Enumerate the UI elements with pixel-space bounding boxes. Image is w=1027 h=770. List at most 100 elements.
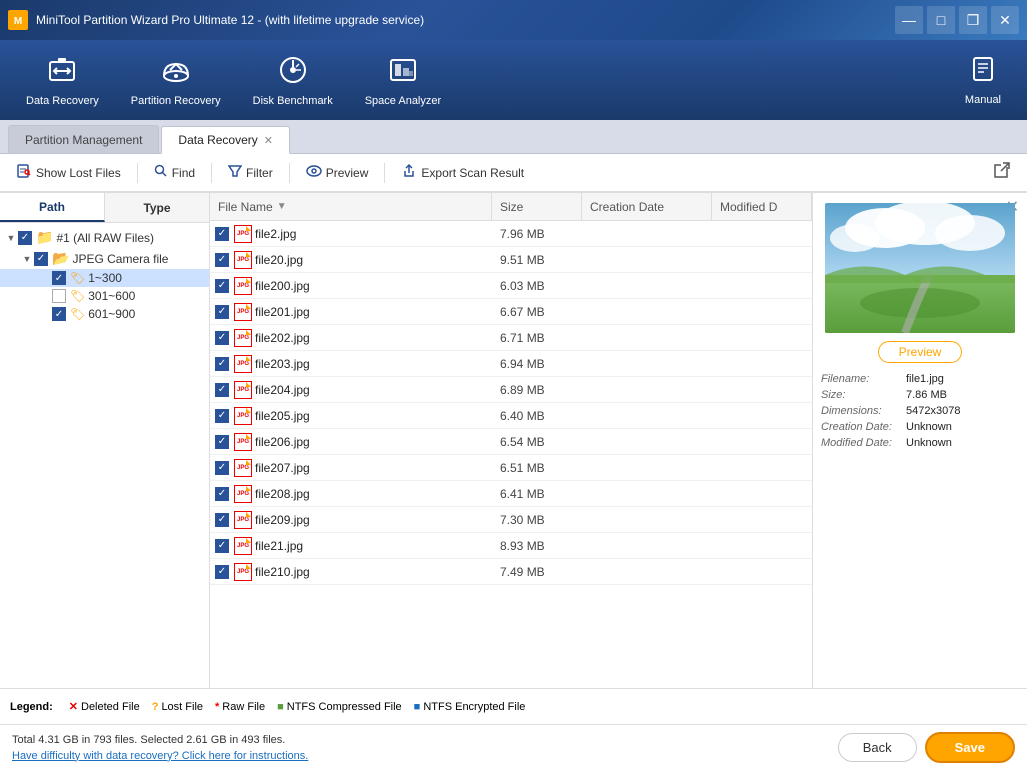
col-creation-label: Creation Date	[590, 200, 664, 214]
tree-item-all-raw[interactable]: ▼ ✓ 📁 #1 (All RAW Files)	[0, 227, 209, 248]
deleted-label: Deleted File	[81, 701, 140, 713]
window-controls[interactable]: — □ ❒ ✕	[895, 6, 1019, 34]
file-size-2: 6.03 MB	[492, 279, 582, 293]
file-name-12: file21.jpg	[255, 539, 492, 553]
table-row[interactable]: ✓ JPG file202.jpg 6.71 MB	[210, 325, 812, 351]
minimize-button[interactable]: —	[895, 6, 923, 34]
tree-checkbox-1-300[interactable]: ✓	[52, 271, 66, 285]
close-button[interactable]: ✕	[991, 6, 1019, 34]
tree-toggle-jpeg[interactable]: ▼	[20, 252, 34, 266]
sort-arrow-icon: ▼	[277, 201, 287, 212]
table-row[interactable]: ✓ JPG file208.jpg 6.41 MB	[210, 481, 812, 507]
file-checkbox-0[interactable]: ✓	[210, 227, 234, 241]
tab-close-icon[interactable]: ✕	[264, 134, 273, 147]
file-list-body[interactable]: ✓ JPG file2.jpg 7.96 MB ✓ JPG file20.jpg…	[210, 221, 812, 688]
col-header-modified[interactable]: Modified D	[712, 193, 812, 220]
maximize-button[interactable]: □	[927, 6, 955, 34]
disk-benchmark-icon	[277, 54, 309, 91]
table-row[interactable]: ✓ JPG file200.jpg 6.03 MB	[210, 273, 812, 299]
filter-label: Filter	[246, 166, 273, 180]
size-label: Size:	[821, 389, 906, 401]
restore-button[interactable]: ❒	[959, 6, 987, 34]
show-lost-files-button[interactable]: Show Lost Files	[8, 159, 129, 186]
col-size-label: Size	[500, 200, 523, 214]
filter-button[interactable]: Filter	[220, 160, 281, 185]
back-button[interactable]: Back	[838, 733, 917, 762]
table-row[interactable]: ✓ JPG file203.jpg 6.94 MB	[210, 351, 812, 377]
file-checkbox-6[interactable]: ✓	[210, 383, 234, 397]
table-row[interactable]: ✓ JPG file207.jpg 6.51 MB	[210, 455, 812, 481]
filename-row: Filename: file1.jpg	[821, 371, 1019, 387]
file-checkbox-11[interactable]: ✓	[210, 513, 234, 527]
range-icon-601-900: 🏷	[70, 307, 85, 321]
preview-icon	[306, 165, 322, 180]
file-type-icon-2: JPG	[234, 277, 252, 295]
tree-item-601-900[interactable]: ▶ ✓ 🏷 601~900	[0, 305, 209, 323]
table-row[interactable]: ✓ JPG file2.jpg 7.96 MB	[210, 221, 812, 247]
manual-icon	[969, 55, 997, 90]
file-checkbox-12[interactable]: ✓	[210, 539, 234, 553]
toolbar-data-recovery[interactable]: Data Recovery	[10, 46, 115, 115]
show-lost-files-icon	[16, 163, 32, 182]
find-label: Find	[172, 166, 195, 180]
col-header-size[interactable]: Size	[492, 193, 582, 220]
col-header-name[interactable]: File Name ▼	[210, 193, 492, 220]
file-checkbox-2[interactable]: ✓	[210, 279, 234, 293]
dimensions-label: Dimensions:	[821, 405, 906, 417]
table-row[interactable]: ✓ JPG file205.jpg 6.40 MB	[210, 403, 812, 429]
dimensions-row: Dimensions: 5472x3078	[821, 403, 1019, 419]
preview-button[interactable]: Preview	[298, 161, 377, 184]
table-row[interactable]: ✓ JPG file209.jpg 7.30 MB	[210, 507, 812, 533]
file-checkbox-7[interactable]: ✓	[210, 409, 234, 423]
tree-checkbox-301-600[interactable]	[52, 289, 66, 303]
app-icon: M	[8, 10, 28, 30]
file-type-icon-13: JPG	[234, 563, 252, 581]
share-button[interactable]	[985, 157, 1019, 188]
table-row[interactable]: ✓ JPG file201.jpg 6.67 MB	[210, 299, 812, 325]
data-recovery-icon	[46, 54, 78, 91]
file-checkbox-13[interactable]: ✓	[210, 565, 234, 579]
tree-item-jpeg[interactable]: ▼ ✓ 📂 JPEG Camera file	[0, 248, 209, 269]
file-checkbox-10[interactable]: ✓	[210, 487, 234, 501]
preview-detail-button[interactable]: Preview	[878, 341, 963, 363]
toolbar-disk-benchmark[interactable]: Disk Benchmark	[237, 46, 349, 115]
table-row[interactable]: ✓ JPG file20.jpg 9.51 MB	[210, 247, 812, 273]
data-recovery-label: Data Recovery	[26, 95, 99, 107]
file-checkbox-3[interactable]: ✓	[210, 305, 234, 319]
manual-label: Manual	[965, 94, 1001, 106]
tree-checkbox-601-900[interactable]: ✓	[52, 307, 66, 321]
save-button[interactable]: Save	[925, 732, 1015, 763]
tree-checkbox-jpeg[interactable]: ✓	[34, 252, 48, 266]
tree-toggle-all-raw[interactable]: ▼	[4, 231, 18, 245]
toolbar-space-analyzer[interactable]: Space Analyzer	[349, 46, 457, 115]
modified-date-value: Unknown	[906, 437, 952, 449]
tree-view: ▼ ✓ 📁 #1 (All RAW Files) ▼ ✓ 📂 JPEG Came…	[0, 223, 209, 688]
table-row[interactable]: ✓ JPG file210.jpg 7.49 MB	[210, 559, 812, 585]
help-link[interactable]: Have difficulty with data recovery? Clic…	[12, 750, 308, 762]
size-value: 7.86 MB	[906, 389, 947, 401]
tree-item-1-300[interactable]: ▶ ✓ 🏷 1~300	[0, 269, 209, 287]
left-tab-path[interactable]: Path	[0, 193, 105, 222]
show-lost-files-label: Show Lost Files	[36, 166, 121, 180]
tree-checkbox-all-raw[interactable]: ✓	[18, 231, 32, 245]
toolbar-partition-recovery[interactable]: Partition Recovery	[115, 46, 237, 115]
col-header-creation[interactable]: Creation Date	[582, 193, 712, 220]
action-toolbar: Show Lost Files Find Filter Preview	[0, 154, 1027, 192]
svg-text:M: M	[14, 16, 22, 27]
file-checkbox-1[interactable]: ✓	[210, 253, 234, 267]
left-panel: Path Type ▼ ✓ 📁 #1 (All RAW Files) ▼ ✓ 📂…	[0, 193, 210, 688]
tab-partition-management[interactable]: Partition Management	[8, 125, 159, 153]
find-button[interactable]: Find	[146, 160, 203, 185]
file-checkbox-8[interactable]: ✓	[210, 435, 234, 449]
file-checkbox-5[interactable]: ✓	[210, 357, 234, 371]
table-row[interactable]: ✓ JPG file204.jpg 6.89 MB	[210, 377, 812, 403]
toolbar-manual[interactable]: Manual	[949, 47, 1017, 114]
tab-data-recovery[interactable]: Data Recovery ✕	[161, 126, 290, 154]
export-scan-result-button[interactable]: Export Scan Result	[393, 159, 532, 186]
file-checkbox-9[interactable]: ✓	[210, 461, 234, 475]
tree-item-301-600[interactable]: ▶ 🏷 301~600	[0, 287, 209, 305]
left-tab-type[interactable]: Type	[105, 193, 209, 222]
table-row[interactable]: ✓ JPG file21.jpg 8.93 MB	[210, 533, 812, 559]
file-checkbox-4[interactable]: ✓	[210, 331, 234, 345]
table-row[interactable]: ✓ JPG file206.jpg 6.54 MB	[210, 429, 812, 455]
